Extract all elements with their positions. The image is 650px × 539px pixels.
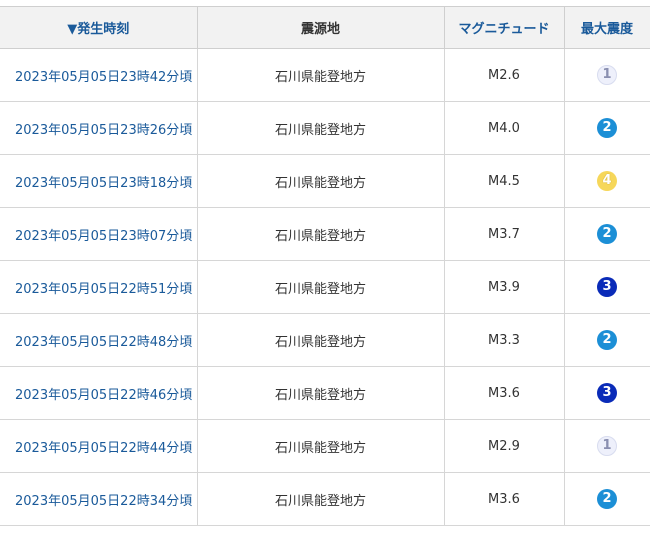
table-row: 2023年05月05日22時34分頃 石川県能登地方 M3.6 2 xyxy=(0,472,650,526)
epicenter-cell: 石川県能登地方 xyxy=(196,154,445,208)
intensity-cell: 2 xyxy=(563,472,650,526)
intensity-cell: 1 xyxy=(563,419,650,473)
intensity-2-icon: 2 xyxy=(597,330,617,350)
column-header-epicenter: 震源地 xyxy=(196,6,445,49)
quake-detail-link[interactable]: 2023年05月05日23時42分頃 xyxy=(15,70,192,85)
magnitude-cell: M2.9 xyxy=(443,419,565,473)
magnitude-cell: M3.7 xyxy=(443,207,565,261)
time-cell: 2023年05月05日22時51分頃 xyxy=(0,260,198,314)
quake-detail-link[interactable]: 2023年05月05日23時26分頃 xyxy=(15,123,192,138)
magnitude-cell: M2.6 xyxy=(443,48,565,102)
quake-detail-link[interactable]: 2023年05月05日23時07分頃 xyxy=(15,229,192,244)
intensity-cell: 2 xyxy=(563,207,650,261)
time-cell: 2023年05月05日22時34分頃 xyxy=(0,472,198,526)
table-row: 2023年05月05日23時18分頃 石川県能登地方 M4.5 4 xyxy=(0,154,650,208)
table-row: 2023年05月05日22時46分頃 石川県能登地方 M3.6 3 xyxy=(0,366,650,420)
intensity-1-icon: 1 xyxy=(597,436,617,456)
intensity-4-icon: 4 xyxy=(597,171,617,191)
table-row: 2023年05月05日22時48分頃 石川県能登地方 M3.3 2 xyxy=(0,313,650,367)
quake-detail-link[interactable]: 2023年05月05日22時46分頃 xyxy=(15,388,192,403)
epicenter-cell: 石川県能登地方 xyxy=(196,419,445,473)
intensity-2-icon: 2 xyxy=(597,489,617,509)
time-cell: 2023年05月05日23時18分頃 xyxy=(0,154,198,208)
magnitude-cell: M4.5 xyxy=(443,154,565,208)
epicenter-cell: 石川県能登地方 xyxy=(196,207,445,261)
intensity-3-icon: 3 xyxy=(597,277,617,297)
intensity-cell: 2 xyxy=(563,101,650,155)
intensity-3-icon: 3 xyxy=(597,383,617,403)
epicenter-cell: 石川県能登地方 xyxy=(196,48,445,102)
header-row: ▼発生時刻 震源地 マグニチュード 最大震度 xyxy=(0,6,650,49)
epicenter-cell: 石川県能登地方 xyxy=(196,313,445,367)
quake-detail-link[interactable]: 2023年05月05日22時44分頃 xyxy=(15,441,192,456)
table-row: 2023年05月05日22時44分頃 石川県能登地方 M2.9 1 xyxy=(0,419,650,473)
table-header: ▼発生時刻 震源地 マグニチュード 最大震度 xyxy=(0,6,650,49)
epicenter-cell: 石川県能登地方 xyxy=(196,101,445,155)
magnitude-cell: M3.9 xyxy=(443,260,565,314)
table-row: 2023年05月05日23時07分頃 石川県能登地方 M3.7 2 xyxy=(0,207,650,261)
epicenter-cell: 石川県能登地方 xyxy=(196,472,445,526)
magnitude-cell: M4.0 xyxy=(443,101,565,155)
earthquake-table: ▼発生時刻 震源地 マグニチュード 最大震度 2023年05月05日23時42分… xyxy=(0,6,650,526)
column-header-time[interactable]: ▼発生時刻 xyxy=(0,6,198,49)
time-cell: 2023年05月05日23時07分頃 xyxy=(0,207,198,261)
quake-detail-link[interactable]: 2023年05月05日22時34分頃 xyxy=(15,494,192,509)
magnitude-cell: M3.3 xyxy=(443,313,565,367)
epicenter-cell: 石川県能登地方 xyxy=(196,366,445,420)
intensity-cell: 4 xyxy=(563,154,650,208)
magnitude-cell: M3.6 xyxy=(443,472,565,526)
quake-detail-link[interactable]: 2023年05月05日22時48分頃 xyxy=(15,335,192,350)
intensity-1-icon: 1 xyxy=(597,65,617,85)
intensity-cell: 2 xyxy=(563,313,650,367)
intensity-cell: 1 xyxy=(563,48,650,102)
column-header-magnitude[interactable]: マグニチュード xyxy=(443,6,565,49)
intensity-2-icon: 2 xyxy=(597,224,617,244)
magnitude-cell: M3.6 xyxy=(443,366,565,420)
intensity-2-icon: 2 xyxy=(597,118,617,138)
table-row: 2023年05月05日22時51分頃 石川県能登地方 M3.9 3 xyxy=(0,260,650,314)
quake-detail-link[interactable]: 2023年05月05日22時51分頃 xyxy=(15,282,192,297)
column-header-intensity[interactable]: 最大震度 xyxy=(563,6,650,49)
time-cell: 2023年05月05日23時42分頃 xyxy=(0,48,198,102)
quake-detail-link[interactable]: 2023年05月05日23時18分頃 xyxy=(15,176,192,191)
table-row: 2023年05月05日23時42分頃 石川県能登地方 M2.6 1 xyxy=(0,48,650,102)
intensity-cell: 3 xyxy=(563,260,650,314)
table-row: 2023年05月05日23時26分頃 石川県能登地方 M4.0 2 xyxy=(0,101,650,155)
intensity-cell: 3 xyxy=(563,366,650,420)
table-body: 2023年05月05日23時42分頃 石川県能登地方 M2.6 1 2023年0… xyxy=(0,48,650,526)
time-cell: 2023年05月05日22時48分頃 xyxy=(0,313,198,367)
time-cell: 2023年05月05日22時46分頃 xyxy=(0,366,198,420)
time-cell: 2023年05月05日22時44分頃 xyxy=(0,419,198,473)
epicenter-cell: 石川県能登地方 xyxy=(196,260,445,314)
time-cell: 2023年05月05日23時26分頃 xyxy=(0,101,198,155)
